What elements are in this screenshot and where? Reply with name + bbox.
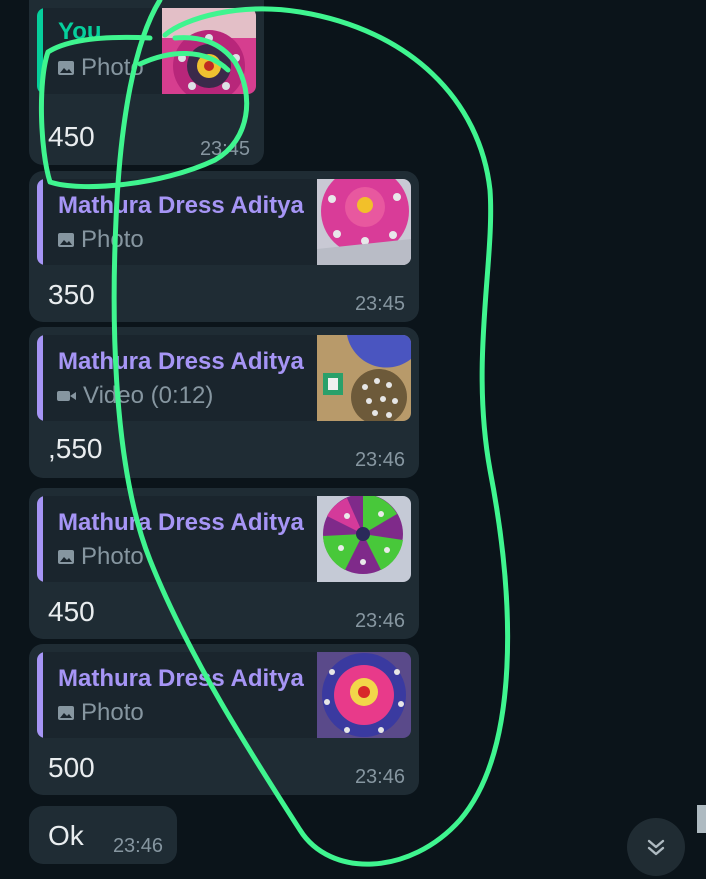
message-text: 450: [48, 121, 95, 152]
quoted-message[interactable]: Mathura Dress Aditya Video (0:12): [37, 335, 411, 421]
quoted-message[interactable]: You Photo: [37, 8, 256, 94]
quote-media-text: Photo: [81, 699, 144, 726]
quote-media-text: Photo: [81, 226, 144, 253]
scrollbar-thumb[interactable]: [697, 805, 706, 833]
quote-media-label: Photo: [57, 54, 144, 82]
quote-media-text: Photo: [81, 54, 144, 81]
message-time: 23:45: [199, 138, 250, 160]
message-bubble[interactable]: Mathura Dress Aditya Photo 450 23:46: [29, 488, 419, 639]
quote-accent-bar: [37, 179, 43, 265]
scroll-to-bottom-button[interactable]: [627, 818, 685, 876]
quote-media-label: Photo: [57, 699, 144, 727]
message-text: 450: [48, 596, 95, 627]
quote-media-text: Photo: [81, 543, 144, 570]
quote-accent-bar: [37, 335, 43, 421]
quote-sender: Mathura Dress Aditya: [58, 509, 304, 536]
image-icon: [58, 550, 74, 564]
quoted-message[interactable]: Mathura Dress Aditya Photo: [37, 496, 411, 582]
quote-sender: Mathura Dress Aditya: [58, 348, 304, 375]
quote-thumbnail: [317, 335, 411, 421]
image-icon: [58, 233, 74, 247]
quote-thumbnail: [317, 179, 411, 265]
quoted-message[interactable]: Mathura Dress Aditya Photo: [37, 652, 411, 738]
image-icon: [58, 61, 74, 75]
message-bubble[interactable]: Mathura Dress Aditya Video (0:12) ,550 2…: [29, 327, 419, 478]
quote-thumbnail: [317, 652, 411, 738]
quote-thumbnail: [162, 8, 256, 94]
quoted-message[interactable]: Mathura Dress Aditya Photo: [37, 179, 411, 265]
message-bubble[interactable]: You Photo 450 23:45: [29, 0, 264, 165]
quote-media-label: Photo: [57, 226, 144, 254]
message-text: 350: [48, 279, 95, 310]
video-icon: [57, 391, 76, 401]
message-time: 23:46: [354, 449, 405, 471]
message-bubble[interactable]: Mathura Dress Aditya Photo 350 23:45: [29, 171, 419, 322]
image-icon: [58, 706, 74, 720]
message-time: 23:45: [354, 293, 405, 315]
message-time: 23:46: [354, 766, 405, 788]
quote-media-label: Video (0:12): [57, 382, 213, 410]
quote-sender: You: [58, 18, 102, 45]
double-chevron-down-icon: [647, 839, 665, 856]
message-time: 23:46: [354, 610, 405, 632]
message-bubble[interactable]: Mathura Dress Aditya Photo 500 23:46: [29, 644, 419, 795]
quote-thumbnail: [317, 496, 411, 582]
quote-media-label: Photo: [57, 543, 144, 571]
quote-media-text: Video (0:12): [83, 382, 214, 409]
message-time: 23:46: [112, 835, 163, 857]
chat-screen: You Photo 450 23:45 Mathura Dress Aditya…: [0, 0, 706, 879]
message-bubble[interactable]: Ok 23:46: [29, 806, 177, 864]
quote-sender: Mathura Dress Aditya: [58, 192, 304, 219]
quote-sender: Mathura Dress Aditya: [58, 665, 304, 692]
message-text: ,550: [48, 433, 103, 464]
quote-accent-bar: [37, 496, 43, 582]
quote-accent-bar: [37, 652, 43, 738]
message-text: Ok: [48, 820, 84, 851]
quote-accent-bar: [37, 8, 43, 94]
message-text: 500: [48, 752, 95, 783]
